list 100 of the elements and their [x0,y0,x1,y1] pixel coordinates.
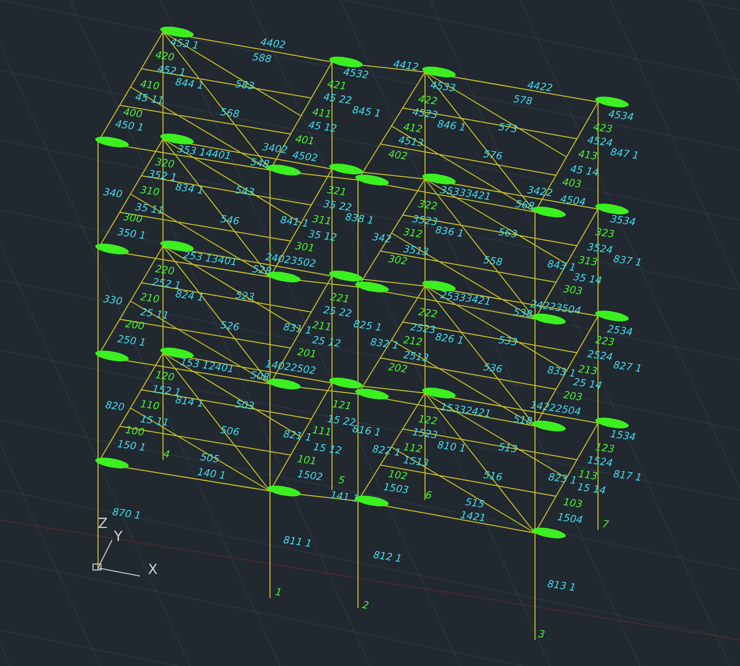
member-number: 825 1 [352,319,382,334]
node-number: 421 [326,79,348,93]
member-number: 822 1 [372,444,402,459]
member-number: 844 1 [174,77,204,92]
node-number: 4 [162,449,170,461]
axis-label: X [148,562,158,578]
member-number: 153 12401 [180,357,235,376]
node-number: 221 [330,292,350,306]
member-number: 15 14 [576,482,606,497]
member-number: 820 [104,400,126,414]
member-number: 1504 [556,512,584,527]
member-number: 45 12 [308,120,338,135]
node-number: 212 [402,335,424,349]
member-number: 505 [200,452,220,466]
node-number: 5 [338,475,346,487]
node-number: 420 [154,50,176,64]
node-number: 423 [592,122,614,136]
node-number: 400 [122,107,144,121]
node-number: 322 [418,199,438,213]
node-number: 302 [388,254,408,268]
member-number: 837 1 [612,254,642,269]
member-number: 518 [512,414,534,428]
node-number: 3 [538,629,546,641]
member-number: 528 [252,264,272,278]
member-number: 3402 [262,142,288,157]
node-number: 202 [388,362,408,376]
member-number: 523 [234,290,256,304]
member-number: 546 [220,214,240,228]
node-number: 210 [140,292,160,306]
member-number: 812 1 [372,550,402,565]
node-number: 323 [594,227,616,241]
node-number: 103 [562,497,584,511]
member-number: 350 1 [116,227,146,242]
member-number: 563 [498,227,518,241]
member-number: 847 1 [610,147,640,162]
member-number: 1524 [586,455,614,470]
member-number: 452 1 [156,64,186,79]
node-number: 413 [578,149,598,163]
ucs-axis-icon [92,540,140,576]
member-number: 548 [250,157,270,171]
node-number: 311 [312,214,332,228]
member-number: 503 [234,399,256,413]
node-number: 120 [154,370,176,384]
member-number: 576 [482,149,504,163]
node-number: 220 [154,264,176,278]
node-number: 201 [296,347,318,361]
member-number: 817 1 [612,469,642,484]
member-number: 826 1 [434,332,464,347]
member-number: 1503 [382,482,410,497]
member-number: 813 1 [546,579,576,594]
member-number: 253 13401 [182,250,238,268]
member-number: 1513 [402,455,430,470]
node-number: 401 [294,134,316,148]
member-number: 533 [498,335,518,349]
member-number: 45 22 [322,92,352,107]
member-number: 35 22 [322,199,352,214]
member-number: 838 1 [344,212,374,227]
member-number: 140 1 [196,467,226,482]
member-number: 588 [252,52,272,66]
node-number: 410 [140,79,160,93]
node-number: 301 [294,241,316,255]
node-number: 422 [418,94,438,108]
member-number: 25 11 [140,307,170,322]
node-number: 223 [594,335,616,349]
member-number: 4523 [412,107,438,122]
member-number: 450 1 [114,119,144,134]
member-number: 353 14401 [176,144,232,162]
member-number: 833 1 [546,365,576,380]
member-number: 810 1 [436,440,466,455]
member-number: 827 1 [612,360,642,375]
node-number: 300 [122,212,144,226]
member-number: 543 [234,185,256,199]
node-number: 402 [388,149,408,163]
member-number: 4504 [560,194,586,209]
node-number: 111 [312,425,332,439]
node-number: 101 [296,454,318,468]
member-number: 2513 [402,350,430,365]
member-number: 4412 [392,59,420,74]
member-number: 1534 [610,429,636,444]
node-number: 303 [562,284,584,298]
member-number: 824 1 [174,289,204,304]
member-number: 35 14 [572,272,602,287]
member-number: 814 1 [174,395,204,410]
node-number: 123 [594,442,616,456]
axis-label: Y [114,529,123,545]
member-number: 45 11 [134,92,164,107]
member-number: 35333421 [440,185,492,204]
member-number: 4524 [586,135,614,150]
member-number: 141 1 [330,490,360,505]
member-number: 4402 [260,37,286,52]
member-number: 250 1 [116,334,146,349]
member-number: 3422 [526,185,554,200]
member-number: 558 [482,255,504,269]
member-number: 846 1 [436,119,466,134]
member-number: 342 [372,232,392,246]
node-number: 122 [418,414,438,428]
node-number: 121 [332,399,352,413]
member-number: 2524 [586,349,614,364]
member-number: 35 12 [308,229,338,244]
member-number: 538 [512,307,534,321]
